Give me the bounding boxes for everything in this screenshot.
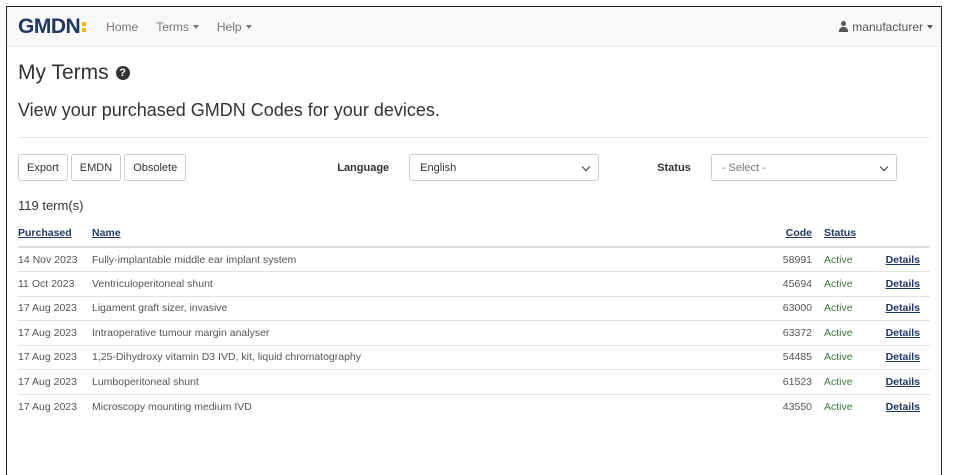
name-cell: 1,25-Dihydroxy vitamin D3 IVD, kit, liqu… — [92, 344, 770, 370]
status-cell: Active — [824, 369, 880, 394]
name-cell: Lumboperitoneal shunt — [92, 369, 770, 394]
purchased-cell: 14 Nov 2023 — [18, 246, 92, 272]
nav-home-label: Home — [106, 19, 139, 34]
details-cell: Details — [880, 344, 930, 370]
app-window: GMDN Home Terms Help manufacturer My Ter… — [6, 6, 942, 475]
sort-status-header[interactable]: Status — [824, 222, 880, 248]
status-cell: Active — [824, 246, 880, 272]
status-label: Status — [657, 161, 691, 174]
purchased-cell: 17 Aug 2023 — [18, 369, 92, 394]
sort-code-header[interactable]: Code — [770, 222, 824, 248]
main-content: My Terms ? View your purchased GMDN Code… — [7, 61, 941, 419]
name-cell: Ventriculoperitoneal shunt — [92, 271, 770, 296]
details-link[interactable]: Details — [886, 351, 920, 363]
language-select[interactable]: English — [409, 154, 600, 181]
terms-table: Purchased Name Code Status 14 Nov 2023 F… — [18, 222, 930, 419]
code-cell: 58991 — [770, 246, 824, 272]
caret-down-icon — [192, 24, 199, 29]
brand-text: GMDN — [18, 14, 81, 38]
language-label: Language — [337, 161, 390, 174]
nav-help-label: Help — [216, 19, 242, 34]
details-link[interactable]: Details — [886, 278, 920, 290]
code-cell: 43550 — [770, 393, 824, 419]
details-link[interactable]: Details — [886, 302, 920, 314]
details-cell: Details — [880, 320, 930, 345]
page-title-text: My Terms — [18, 61, 109, 84]
status-cell: Active — [824, 320, 880, 345]
status-cell: Active — [824, 393, 880, 419]
code-cell: 61523 — [770, 369, 824, 394]
chevron-down-icon — [879, 162, 889, 172]
caret-down-icon — [245, 24, 252, 29]
name-cell: Intraoperative tumour margin analyser — [92, 320, 770, 345]
table-header-row: Purchased Name Code Status — [18, 222, 930, 248]
code-cell: 54485 — [770, 344, 824, 370]
table-row: 17 Aug 2023 Intraoperative tumour margin… — [18, 320, 930, 345]
details-link[interactable]: Details — [886, 327, 920, 339]
nav-help-dropdown[interactable]: Help — [217, 20, 252, 34]
code-cell: 63000 — [770, 295, 824, 321]
navbar: GMDN Home Terms Help manufacturer — [7, 7, 941, 47]
table-row: 14 Nov 2023 Fully-implantable middle ear… — [18, 246, 930, 272]
table-row: 17 Aug 2023 1,25-Dihydroxy vitamin D3 IV… — [18, 344, 930, 370]
nav-terms-dropdown[interactable]: Terms — [156, 20, 199, 34]
table-row: 17 Aug 2023 Lumboperitoneal shunt 61523 … — [18, 369, 930, 394]
purchased-cell: 11 Oct 2023 — [18, 271, 92, 296]
caret-down-icon — [927, 24, 933, 29]
obsolete-button[interactable]: Obsolete — [124, 154, 187, 181]
table-row: 17 Aug 2023 Microscopy mounting medium I… — [18, 393, 930, 419]
chevron-down-icon — [581, 162, 591, 172]
code-cell: 63372 — [770, 320, 824, 345]
name-cell: Ligament graft sizer, invasive — [92, 295, 770, 321]
code-cell: 45694 — [770, 271, 824, 296]
details-link[interactable]: Details — [886, 254, 920, 266]
status-cell: Active — [824, 271, 880, 296]
table-row: 17 Aug 2023 Ligament graft sizer, invasi… — [18, 295, 930, 321]
table-row: 11 Oct 2023 Ventriculoperitoneal shunt 4… — [18, 271, 930, 296]
status-select[interactable]: - Select - — [710, 154, 897, 181]
details-header — [880, 222, 930, 248]
export-button[interactable]: Export — [18, 154, 68, 181]
details-cell: Details — [880, 295, 930, 321]
name-cell: Microscopy mounting medium IVD — [92, 393, 770, 419]
page-title: My Terms ? — [18, 61, 930, 85]
purchased-cell: 17 Aug 2023 — [18, 320, 92, 345]
logo-dots-icon — [82, 21, 87, 32]
details-cell: Details — [880, 271, 930, 296]
purchased-cell: 17 Aug 2023 — [18, 295, 92, 321]
name-cell: Fully-implantable middle ear implant sys… — [92, 246, 770, 272]
toolbar: Export EMDN Obsolete Language English St… — [18, 154, 930, 181]
user-name: manufacturer — [852, 19, 923, 34]
details-link[interactable]: Details — [886, 376, 920, 388]
purchased-cell: 17 Aug 2023 — [18, 393, 92, 419]
sort-purchased-header[interactable]: Purchased — [18, 222, 92, 248]
nav-home[interactable]: Home — [106, 20, 138, 34]
emdn-button[interactable]: EMDN — [70, 154, 122, 181]
details-cell: Details — [880, 369, 930, 394]
details-cell: Details — [880, 393, 930, 419]
help-icon[interactable]: ? — [115, 66, 130, 80]
sort-name-header[interactable]: Name — [92, 222, 770, 248]
user-icon — [838, 21, 849, 32]
status-select-value: - Select - — [721, 161, 766, 174]
page-subtitle: View your purchased GMDN Codes for your … — [18, 100, 930, 138]
nav-terms-label: Terms — [156, 19, 189, 34]
purchased-cell: 17 Aug 2023 — [18, 344, 92, 370]
term-count: 119 term(s) — [18, 198, 84, 213]
status-cell: Active — [824, 344, 880, 370]
user-menu[interactable]: manufacturer — [838, 20, 933, 34]
language-select-value: English — [420, 161, 457, 174]
details-cell: Details — [880, 246, 930, 272]
gmdn-logo[interactable]: GMDN — [18, 14, 87, 39]
details-link[interactable]: Details — [886, 401, 920, 413]
status-cell: Active — [824, 295, 880, 321]
